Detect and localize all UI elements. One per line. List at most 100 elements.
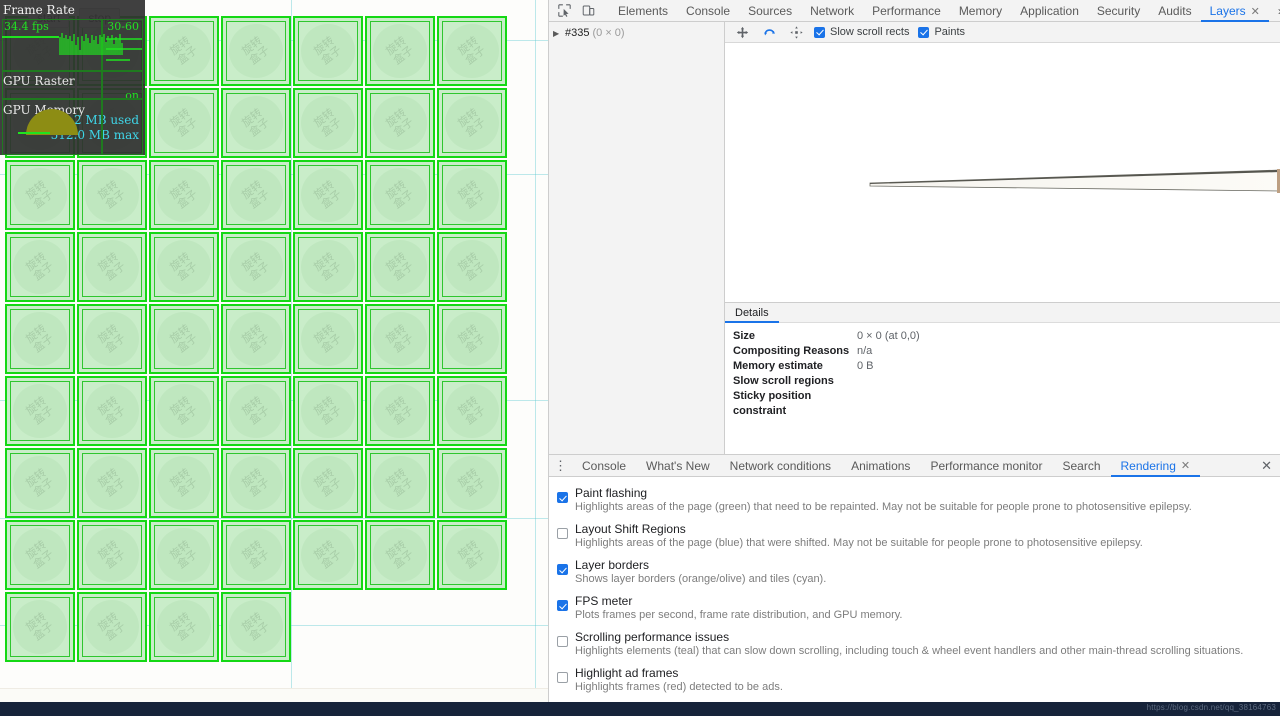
reset-transform-icon[interactable] bbox=[787, 23, 805, 41]
tab-details[interactable]: Details bbox=[725, 303, 779, 323]
paint-flash-border: 旋转盒子 bbox=[221, 232, 291, 302]
tab-audits[interactable]: Audits bbox=[1149, 0, 1200, 22]
box-inner: 旋转盒子 bbox=[442, 93, 502, 153]
drawer-tab-console[interactable]: Console bbox=[572, 455, 636, 477]
drawer-tab-label: Animations bbox=[851, 459, 910, 473]
tab-layers[interactable]: Layers ✕ bbox=[1201, 0, 1269, 22]
paint-flash-border: 旋转盒子 bbox=[293, 16, 363, 86]
gpu-raster-graph bbox=[2, 71, 143, 99]
drawer-tab-performance-monitor[interactable]: Performance monitor bbox=[920, 455, 1052, 477]
drawer-tab-search[interactable]: Search bbox=[1052, 455, 1110, 477]
paint-flash-border: 旋转盒子 bbox=[365, 232, 435, 302]
rendering-option-checkbox[interactable] bbox=[557, 564, 568, 575]
rotating-box-cell: 旋转盒子 bbox=[364, 159, 436, 231]
rendering-option[interactable]: Highlight ad framesHighlights frames (re… bbox=[557, 666, 1280, 694]
tab-label: Layers bbox=[1210, 4, 1246, 18]
tab-label: Memory bbox=[959, 4, 1002, 18]
paint-flash-border: 旋转盒子 bbox=[149, 376, 219, 446]
layers-toolbar: Slow scroll rects Paints bbox=[725, 22, 1280, 43]
rotating-box-cell: 旋转盒子 bbox=[436, 447, 508, 519]
drawer-tab-animations[interactable]: Animations bbox=[841, 455, 920, 477]
box-inner: 旋转盒子 bbox=[298, 21, 358, 81]
rotating-box-cell: 旋转盒子 bbox=[436, 231, 508, 303]
layer-3d-geometry bbox=[725, 43, 1280, 302]
drawer-menu-icon[interactable]: ⋮ bbox=[549, 461, 572, 471]
slow-scroll-rects-toggle[interactable]: Slow scroll rects bbox=[814, 26, 909, 38]
layers-3d-viewport[interactable] bbox=[725, 43, 1280, 302]
page-content: start stop 旋转盒子旋转盒子旋转盒子旋转盒子旋转盒子旋转盒子旋转盒子旋… bbox=[0, 0, 548, 702]
paint-flash-border: 旋转盒子 bbox=[149, 160, 219, 230]
tab-label: Security bbox=[1097, 4, 1140, 18]
rotating-box-cell: 旋转盒子 bbox=[4, 303, 76, 375]
drawer-tab-close-icon[interactable]: ✕ bbox=[1181, 459, 1190, 472]
pan-mode-icon[interactable] bbox=[733, 23, 751, 41]
tab-network[interactable]: Network bbox=[801, 0, 863, 22]
devtools-drawer: ⋮ ConsoleWhat's NewNetwork conditions Ani… bbox=[549, 454, 1280, 702]
rendering-option-checkbox[interactable] bbox=[557, 600, 568, 611]
tab-close-icon[interactable]: ✕ bbox=[1251, 5, 1260, 18]
rendering-option-checkbox[interactable] bbox=[557, 636, 568, 647]
box-inner: 旋转盒子 bbox=[370, 93, 430, 153]
rotating-box-cell: 旋转盒子 bbox=[220, 303, 292, 375]
rotating-box-cell: 旋转盒子 bbox=[76, 231, 148, 303]
rendering-option[interactable]: FPS meterPlots frames per second, frame … bbox=[557, 594, 1280, 622]
tab-performance[interactable]: Performance bbox=[863, 0, 950, 22]
rotating-box-cell: 旋转盒子 bbox=[148, 375, 220, 447]
rendering-option-checkbox[interactable] bbox=[557, 528, 568, 539]
box-inner: 旋转盒子 bbox=[370, 165, 430, 225]
paints-toggle[interactable]: Paints bbox=[918, 26, 965, 38]
tab-elements[interactable]: Elements bbox=[609, 0, 677, 22]
box-inner: 旋转盒子 bbox=[154, 525, 214, 585]
drawer-tab-what-s-new[interactable]: What's New bbox=[636, 455, 720, 477]
rendering-option-description: Highlights areas of the page (green) tha… bbox=[575, 500, 1192, 514]
rendering-option[interactable]: Layout Shift RegionsHighlights areas of … bbox=[557, 522, 1280, 550]
chevron-right-icon[interactable]: ▶ bbox=[553, 29, 562, 38]
rotating-box-cell: 旋转盒子 bbox=[220, 159, 292, 231]
paint-flash-border: 旋转盒子 bbox=[77, 448, 147, 518]
box-inner: 旋转盒子 bbox=[370, 525, 430, 585]
rotating-box-cell: 旋转盒子 bbox=[148, 591, 220, 663]
drawer-tab-rendering[interactable]: Rendering✕ bbox=[1111, 455, 1201, 477]
rotating-box-cell: 旋转盒子 bbox=[436, 375, 508, 447]
rotating-box-cell: 旋转盒子 bbox=[76, 447, 148, 519]
paint-flash-border: 旋转盒子 bbox=[221, 376, 291, 446]
gpu-memory-graph bbox=[2, 99, 143, 155]
inspected-page: start stop 旋转盒子旋转盒子旋转盒子旋转盒子旋转盒子旋转盒子旋转盒子旋… bbox=[0, 0, 548, 702]
rotating-box-cell: 旋转盒子 bbox=[76, 375, 148, 447]
detail-row: Slow scroll regions bbox=[733, 374, 1280, 389]
rendering-option-checkbox[interactable] bbox=[557, 492, 568, 503]
detail-row: Compositing Reasonsn/a bbox=[733, 344, 1280, 359]
tab-security[interactable]: Security bbox=[1088, 0, 1149, 22]
box-inner: 旋转盒子 bbox=[442, 237, 502, 297]
tab-memory[interactable]: Memory bbox=[950, 0, 1011, 22]
tab-overflow-button[interactable]: » bbox=[1269, 0, 1280, 22]
box-inner: 旋转盒子 bbox=[154, 237, 214, 297]
tab-application[interactable]: Application bbox=[1011, 0, 1088, 22]
inspect-element-icon[interactable] bbox=[555, 2, 573, 20]
rotating-box-cell: 旋转盒子 bbox=[364, 87, 436, 159]
layer-tree-item[interactable]: ▶ #335 (0 × 0) bbox=[549, 26, 724, 40]
tab-sources[interactable]: Sources bbox=[739, 0, 801, 22]
box-inner: 旋转盒子 bbox=[154, 93, 214, 153]
device-toolbar-icon[interactable] bbox=[579, 2, 597, 20]
rendering-option[interactable]: Scrolling performance issuesHighlights e… bbox=[557, 630, 1280, 658]
rendering-option-checkbox[interactable] bbox=[557, 672, 568, 683]
box-inner: 旋转盒子 bbox=[298, 237, 358, 297]
tab-label: Sources bbox=[748, 4, 792, 18]
rendering-option-text: Layout Shift RegionsHighlights areas of … bbox=[575, 522, 1143, 550]
box-inner: 旋转盒子 bbox=[298, 93, 358, 153]
drawer-close-icon[interactable]: ✕ bbox=[1253, 458, 1280, 474]
box-inner: 旋转盒子 bbox=[10, 525, 70, 585]
tab-console[interactable]: Console bbox=[677, 0, 739, 22]
rendering-option[interactable]: Layer bordersShows layer borders (orange… bbox=[557, 558, 1280, 586]
paint-flash-border: 旋转盒子 bbox=[221, 304, 291, 374]
box-inner: 旋转盒子 bbox=[298, 165, 358, 225]
rendering-option[interactable]: Paint flashingHighlights areas of the pa… bbox=[557, 486, 1280, 514]
tab-label: Audits bbox=[1158, 4, 1191, 18]
slow-scroll-rects-checkbox[interactable] bbox=[814, 27, 825, 38]
paints-checkbox[interactable] bbox=[918, 27, 929, 38]
paint-flash-border: 旋转盒子 bbox=[221, 592, 291, 662]
box-inner: 旋转盒子 bbox=[10, 453, 70, 513]
rotate-mode-icon[interactable] bbox=[760, 23, 778, 41]
drawer-tab-network-conditions[interactable]: Network conditions bbox=[720, 455, 841, 477]
